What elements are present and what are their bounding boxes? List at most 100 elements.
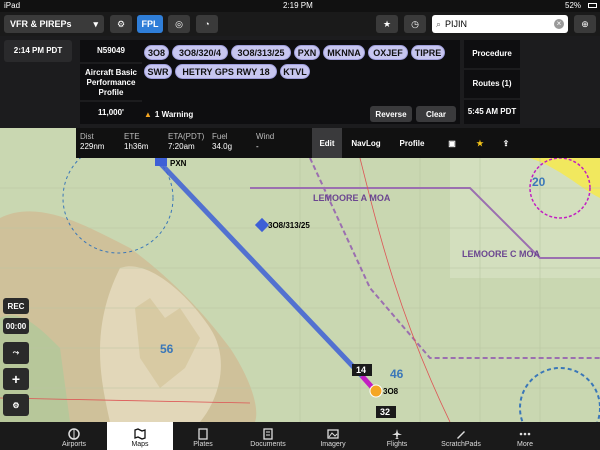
box-label: 14 [356, 365, 366, 375]
tab-airports[interactable]: Airports [41, 422, 107, 450]
add-button[interactable]: + [3, 368, 29, 390]
moa-label: LEMOORE C MOA [462, 249, 540, 259]
record-button[interactable]: REC [3, 298, 29, 314]
map-layer-select[interactable]: VFR & PIREPs ▾ [4, 15, 104, 33]
search-icon: ⌕ [436, 18, 442, 29]
gauge-button[interactable]: ◔ [196, 15, 218, 33]
share-button[interactable]: ⇪ [496, 128, 516, 158]
battery-icon [588, 3, 597, 8]
warning-button[interactable]: ▲ 1 Warning [144, 106, 200, 122]
search-input[interactable]: ⌕ PIJIN × [432, 15, 568, 33]
timer[interactable]: 00:00 [3, 318, 29, 334]
plus-icon: + [11, 371, 21, 387]
map-icon [134, 428, 146, 440]
scratchpad-icon [457, 431, 465, 439]
clock-icon: ◷ [411, 18, 419, 29]
airport-label: 3O8 [383, 387, 399, 396]
route-chip[interactable]: TIPRE [411, 45, 445, 60]
distance-stat: Dist 229nm [80, 132, 104, 152]
reverse-button[interactable]: Reverse [370, 106, 412, 122]
sectional-chart-map[interactable]: PXN 3O8/313/25 LEMOORE A MOA LEMOORE C M… [0, 158, 600, 422]
route-chip[interactable]: MKNNA [323, 45, 365, 60]
flight-plan-panel: 2:14 PM PDT N59049 Aircraft Basic Perfor… [0, 36, 600, 128]
waypoint-marker[interactable] [155, 158, 167, 166]
navlog-tab[interactable]: NavLog [346, 128, 386, 158]
profile-tab[interactable]: Profile [392, 128, 432, 158]
tail-number[interactable]: N59049 [80, 40, 142, 62]
more-icon [519, 432, 531, 436]
globe-icon: ◎ [175, 18, 183, 29]
imagery-icon [327, 429, 339, 439]
tab-maps[interactable]: Maps [107, 422, 173, 450]
plates-icon [198, 428, 208, 440]
flight-summary-bar: Dist 229nm ETE 1h36m ETA(PDT) 7:20am Fue… [76, 128, 600, 158]
eta-time: 5:45 AM PDT [464, 100, 520, 124]
sector-label: 46 [390, 367, 404, 381]
moa-label: LEMOORE A MOA [313, 193, 391, 203]
eta-value: 7:20am [168, 142, 195, 151]
cruise-altitude[interactable]: 11,000' [80, 102, 142, 124]
tab-label: Maps [131, 441, 149, 448]
settings-icon: ⚙ [12, 400, 20, 410]
briefcase-icon: ▣ [448, 138, 456, 148]
favorite-button[interactable]: ★ [470, 128, 490, 158]
map-settings-button[interactable]: ⚙ [3, 394, 29, 416]
route-chip[interactable]: SWR [144, 64, 172, 79]
tab-flights[interactable]: Flights [364, 422, 430, 450]
tab-documents[interactable]: Documents [235, 422, 301, 450]
performance-profile[interactable]: Aircraft Basic Performance Profile [80, 64, 142, 100]
tab-scratchpads[interactable]: ScratchPads [428, 422, 494, 450]
favorites-button[interactable]: ★ [376, 15, 398, 33]
route-area[interactable]: 3O8 3O8/320/4 3O8/313/25 PXN MKNNA OXJEF… [142, 40, 460, 124]
tab-label: Flights [386, 441, 408, 448]
share-icon: ⇪ [502, 138, 510, 148]
eta-label: ETA(PDT) [168, 132, 205, 141]
pxn-label: PXN [170, 159, 187, 168]
fpl-label: FPL [141, 19, 159, 29]
location-button[interactable]: ⊕ [574, 15, 596, 33]
clear-search-icon[interactable]: × [554, 19, 564, 29]
route-chip[interactable]: OXJEF [368, 45, 408, 60]
edit-tab[interactable]: Edit [312, 128, 342, 158]
route-chip[interactable]: 3O8/313/25 [231, 45, 291, 60]
routes-button[interactable]: Routes (1) [464, 70, 520, 98]
fpl-button[interactable]: FPL [137, 15, 163, 33]
tab-label: Documents [250, 441, 286, 448]
route-chip[interactable]: HETRY GPS RWY 18 [175, 64, 277, 79]
globe-button[interactable]: ◎ [168, 15, 190, 33]
clear-button[interactable]: Clear [416, 106, 456, 122]
chevron-down-icon: ▾ [93, 18, 98, 29]
briefcase-button[interactable]: ▣ [442, 128, 462, 158]
settings-button[interactable]: ⚙ [110, 15, 132, 33]
box-label: 32 [380, 407, 390, 417]
device-name: iPad [4, 1, 21, 10]
procedure-button[interactable]: Procedure [464, 40, 520, 68]
wind-label: Wind [256, 132, 275, 141]
route-chip[interactable]: 3O8 [144, 45, 169, 60]
route-edit-button[interactable]: ⤳ [3, 342, 29, 364]
wind-stat: Wind - [256, 132, 274, 152]
waypoint-label: 3O8/313/25 [268, 221, 310, 230]
top-toolbar: VFR & PIREPs ▾ ⚙ FPL ◎ ◔ ★ ◷ ⌕ PIJIN × ⊕ [0, 12, 600, 36]
route-chip[interactable]: PXN [294, 45, 320, 60]
route-chip[interactable]: KTVL [280, 64, 310, 79]
tab-label: ScratchPads [441, 441, 481, 448]
wind-value: - [256, 142, 259, 151]
tab-plates[interactable]: Plates [170, 422, 236, 450]
tab-label: More [517, 441, 533, 448]
bottom-tab-bar: Airports Maps Plates Documents Imagery F… [0, 422, 600, 450]
fuel-label: Fuel [212, 132, 228, 141]
recents-button[interactable]: ◷ [404, 15, 426, 33]
sector-label: 56 [160, 342, 174, 356]
tab-label: Airports [61, 441, 87, 448]
star-icon: ★ [476, 138, 484, 148]
route-icon: ⤳ [12, 348, 20, 357]
airport-marker[interactable] [369, 384, 383, 398]
route-chip[interactable]: 3O8/320/4 [172, 45, 228, 60]
clock: 2:19 PM [283, 1, 313, 10]
distance-value: 229nm [80, 142, 105, 151]
documents-icon [263, 428, 273, 440]
tab-more[interactable]: More [492, 422, 558, 450]
crosshair-icon: ⊕ [581, 18, 589, 29]
tab-imagery[interactable]: Imagery [300, 422, 366, 450]
